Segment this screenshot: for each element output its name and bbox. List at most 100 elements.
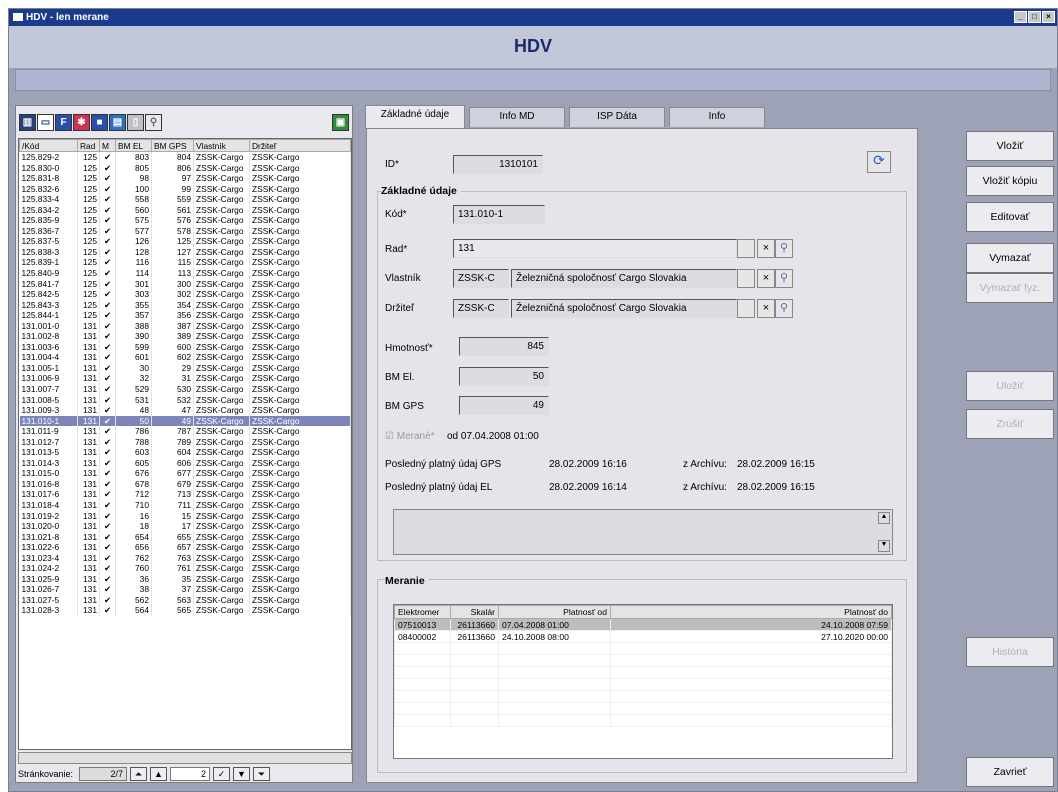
editovat-button[interactable]: Editovať (966, 202, 1054, 232)
grid-header-0[interactable]: /Kód (19, 139, 78, 152)
vymazat-fyz-button[interactable]: Vymazať fyz. (966, 273, 1054, 303)
drzitel-name-field[interactable]: Železničná spoločnosť Cargo Slovakia (511, 299, 737, 318)
table-row[interactable]: 125.841-7 125 ✔ 301 300 ZSSK-Cargo ZSSK-Cargo (19, 278, 351, 290)
table-row[interactable]: 131.003-6 131 ✔ 599 600 ZSSK-Cargo ZSSK-Cargo (19, 341, 351, 353)
table-row[interactable]: 125.844-1 125 ✔ 357 356 ZSSK-Cargo ZSSK-Cargo (19, 310, 351, 321)
table-row[interactable]: 131.019-2 131 ✔ 16 15 ZSSK-Cargo ZSSK-Cargo (19, 510, 351, 522)
table-row[interactable]: 131.025-9 131 ✔ 36 35 ZSSK-Cargo ZSSK-Cargo (19, 573, 351, 585)
ulozit-button[interactable]: Uložiť (966, 371, 1054, 401)
next-page-button[interactable]: ▼ (233, 767, 250, 781)
drzitel-search-icon[interactable]: ⚲ (775, 299, 793, 318)
table-row[interactable]: 131.007-7 131 ✔ 529 530 ZSSK-Cargo ZSSK-Cargo (19, 383, 351, 395)
grid-header-1[interactable]: Rad (77, 139, 100, 152)
table-row[interactable]: 131.028-3 131 ✔ 564 565 ZSSK-Cargo ZSSK-Cargo (19, 605, 351, 617)
table-row[interactable]: 131.012-7 131 ✔ 788 789 ZSSK-Cargo ZSSK-Cargo (19, 436, 351, 448)
table-row[interactable]: 125.829-2 125 ✔ 803 804 ZSSK-Cargo ZSSK-Cargo (19, 151, 351, 163)
table-row[interactable]: 131.011-9 131 ✔ 786 787 ZSSK-Cargo ZSSK-Cargo (19, 426, 351, 437)
table-row[interactable]: 131.026-7 131 ✔ 38 37 ZSSK-Cargo ZSSK-Cargo (19, 584, 351, 595)
drzitel-clear-icon[interactable]: × (757, 299, 775, 318)
page-spinner[interactable]: 2 (170, 767, 210, 781)
table-row[interactable]: 131.022-6 131 ✔ 656 657 ZSSK-Cargo ZSSK-Cargo (19, 542, 351, 553)
zrusit-button[interactable]: Zrušiť (966, 409, 1054, 439)
table-row[interactable]: 131.013-5 131 ✔ 603 604 ZSSK-Cargo ZSSK-Cargo (19, 447, 351, 458)
table-row[interactable]: 08400002 26113660 24.10.2008 08:00 27.10.20… (394, 630, 892, 643)
horizontal-scrollbar[interactable] (18, 752, 352, 764)
table-row[interactable]: 125.838-3 125 ✔ 128 127 ZSSK-Cargo ZSSK-Cargo (19, 246, 351, 258)
refresh-icon[interactable]: ⟳ (867, 151, 891, 173)
table-row[interactable]: 125.835-9 125 ✔ 575 576 ZSSK-Cargo ZSSK-Cargo (19, 215, 351, 226)
vymazat-button[interactable]: Vymazať (966, 243, 1054, 273)
grid-header-6[interactable]: Držiteľ (249, 139, 351, 152)
table-row[interactable]: 131.024-2 131 ✔ 760 761 ZSSK-Cargo ZSSK-Cargo (19, 563, 351, 574)
table-row[interactable]: 125.832-6 125 ✔ 100 99 ZSSK-Cargo ZSSK-Cargo (19, 183, 351, 195)
meranie-header-1[interactable]: Skalár (450, 605, 499, 619)
meranie-header-2[interactable]: Platnosť od (498, 605, 611, 619)
tab-info[interactable]: Info (669, 107, 765, 127)
export-icon[interactable]: ▤ (109, 113, 126, 131)
vlozit-button[interactable]: Vložiť (966, 131, 1054, 161)
grid-header-3[interactable]: BM EL (115, 139, 152, 152)
tree-icon[interactable]: ⚲ (145, 113, 162, 131)
rad-search-icon[interactable]: ⚲ (775, 239, 793, 258)
id-field[interactable]: 1310101 (453, 155, 543, 174)
vlastnik-clear-icon[interactable]: × (757, 269, 775, 288)
note-textarea[interactable]: ▲ ▼ (393, 509, 893, 555)
historia-button[interactable]: História (966, 637, 1054, 667)
tab-isp-data[interactable]: ISP Dáta (569, 107, 665, 127)
table-row[interactable]: 125.834-2 125 ✔ 560 561 ZSSK-Cargo ZSSK-Cargo (19, 204, 351, 216)
table-row[interactable]: 131.014-3 131 ✔ 605 606 ZSSK-Cargo ZSSK-Cargo (19, 457, 351, 469)
first-page-button[interactable]: ⏶ (130, 767, 147, 781)
go-button[interactable]: ✓ (213, 767, 230, 781)
rad-field[interactable]: 131 (453, 239, 737, 258)
columns-icon[interactable]: ▥ (19, 113, 36, 131)
vlastnik-code-field[interactable]: ZSSK-C (453, 269, 509, 288)
trash-icon[interactable]: ▯ (127, 113, 144, 131)
zavriet-button[interactable]: Zavrieť (966, 757, 1054, 787)
meranie-header-3[interactable]: Platnosť do (610, 605, 892, 619)
table-row[interactable]: 131.015-0 131 ✔ 676 677 ZSSK-Cargo ZSSK-Cargo (19, 468, 351, 479)
table-row[interactable]: 131.010-1 131 ✔ 50 49 ZSSK-Cargo ZSSK-Cargo (19, 415, 351, 427)
save-icon[interactable]: ■ (91, 113, 108, 131)
filter-icon[interactable]: F (55, 113, 72, 131)
table-row[interactable]: 131.016-8 131 ✔ 678 679 ZSSK-Cargo ZSSK-Cargo (19, 478, 351, 490)
vlastnik-dropdown-button[interactable] (737, 269, 755, 288)
bmgps-field[interactable]: 49 (459, 396, 549, 415)
vlozit-kopiu-button[interactable]: Vložiť kópiu (966, 166, 1054, 196)
vlastnik-name-field[interactable]: Železničná spoločnosť Cargo Slovakia (511, 269, 737, 288)
table-row[interactable]: 125.831-8 125 ✔ 98 97 ZSSK-Cargo ZSSK-Cargo (19, 173, 351, 184)
table-row[interactable]: 131.017-6 131 ✔ 712 713 ZSSK-Cargo ZSSK-Cargo (19, 489, 351, 500)
drzitel-code-field[interactable]: ZSSK-C (453, 299, 509, 318)
bmel-field[interactable]: 50 (459, 367, 549, 386)
table-row[interactable]: 125.839-1 125 ✔ 116 115 ZSSK-Cargo ZSSK-Cargo (19, 257, 351, 268)
grid-header-5[interactable]: Vlastník (193, 139, 250, 152)
clipboard-icon[interactable]: ▣ (332, 113, 349, 131)
grid-header-4[interactable]: BM GPS (151, 139, 194, 152)
table-row[interactable]: 131.006-9 131 ✔ 32 31 ZSSK-Cargo ZSSK-Cargo (19, 373, 351, 384)
scroll-down-icon[interactable]: ▼ (878, 540, 890, 552)
tab-info-md[interactable]: Info MD (469, 107, 565, 127)
clear-filter-icon[interactable]: ✱ (73, 113, 90, 131)
rad-dropdown-button[interactable] (737, 239, 755, 258)
table-row[interactable]: 131.009-3 131 ✔ 48 47 ZSSK-Cargo ZSSK-Cargo (19, 405, 351, 416)
table-row[interactable]: 131.023-4 131 ✔ 762 763 ZSSK-Cargo ZSSK-Cargo (19, 552, 351, 564)
table-row[interactable]: 125.836-7 125 ✔ 577 578 ZSSK-Cargo ZSSK-Cargo (19, 225, 351, 237)
minimize-button[interactable]: _ (1014, 11, 1027, 23)
scroll-up-icon[interactable]: ▲ (878, 512, 890, 524)
table-row[interactable]: 131.005-1 131 ✔ 30 29 ZSSK-Cargo ZSSK-Cargo (19, 362, 351, 374)
meranie-header-0[interactable]: Elektromer (394, 605, 451, 619)
table-row[interactable]: 125.830-0 125 ✔ 805 806 ZSSK-Cargo ZSSK-Cargo (19, 162, 351, 174)
table-row[interactable]: 131.018-4 131 ✔ 710 711 ZSSK-Cargo ZSSK-Cargo (19, 500, 351, 511)
table-row[interactable]: 131.001-0 131 ✔ 388 387 ZSSK-Cargo ZSSK-Cargo (19, 320, 351, 332)
table-row[interactable]: 125.843-3 125 ✔ 355 354 ZSSK-Cargo ZSSK-Cargo (19, 299, 351, 311)
maximize-button[interactable]: □ (1028, 11, 1041, 23)
table-row[interactable]: 125.837-5 125 ✔ 126 125 ZSSK-Cargo ZSSK-Cargo (19, 236, 351, 247)
table-row[interactable]: 131.008-5 131 ✔ 531 532 ZSSK-Cargo ZSSK-Cargo (19, 394, 351, 406)
tab-zakladne-udaje[interactable]: Základné údaje (365, 105, 465, 129)
prev-page-button[interactable]: ▲ (150, 767, 167, 781)
table-row[interactable]: 07510013 26113660 07.04.2008 01:00 24.10.20… (394, 618, 892, 631)
grid-header-2[interactable]: M (99, 139, 116, 152)
drzitel-dropdown-button[interactable] (737, 299, 755, 318)
table-row[interactable]: 125.833-4 125 ✔ 558 559 ZSSK-Cargo ZSSK-Cargo (19, 194, 351, 205)
last-page-button[interactable]: ⏷ (253, 767, 270, 781)
close-button[interactable]: × (1042, 11, 1055, 23)
